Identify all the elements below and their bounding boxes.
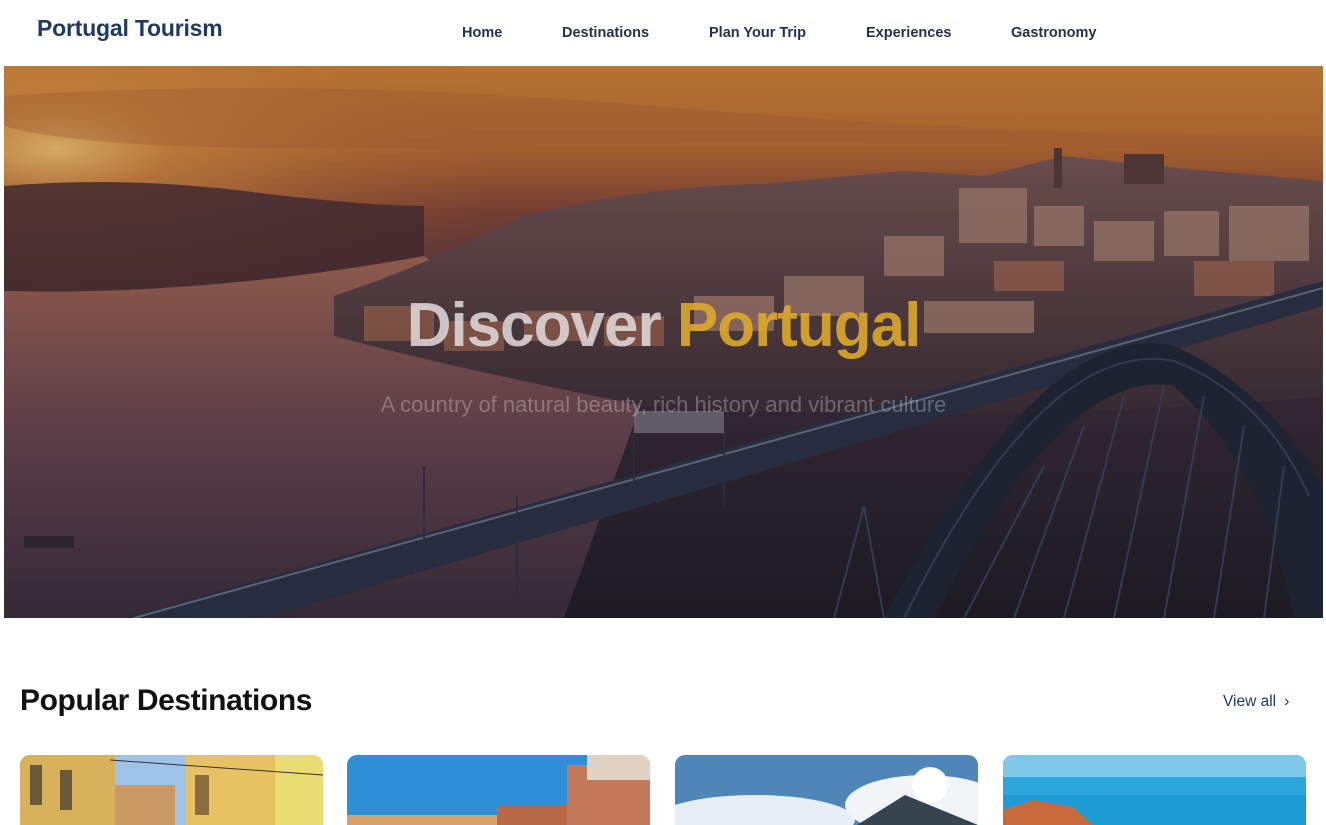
destination-image-4 [1003,755,1306,825]
nav-home[interactable]: Home [462,25,502,41]
hero-banner: Discover Portugal A country of natural b… [4,66,1323,618]
view-all-link[interactable]: View all › [1223,693,1289,711]
nav-experiences[interactable]: Experiences [866,25,951,41]
chevron-right-icon: › [1284,693,1290,710]
site-header: Portugal Tourism Home Destinations Plan … [0,0,1326,66]
destination-image-2 [347,755,650,825]
section-title-popular-destinations: Popular Destinations [20,684,313,717]
nav-plan-your-trip[interactable]: Plan Your Trip [709,25,806,41]
hero-title-word1: Discover [406,291,662,360]
nav-gastronomy[interactable]: Gastronomy [1011,25,1096,41]
destination-image-1 [20,755,323,825]
destination-image-3 [675,755,978,825]
destination-card-1[interactable] [20,755,323,825]
hero-subtitle: A country of natural beauty, rich histor… [380,392,947,417]
hero-title-word2: Portugal [676,291,921,360]
main-nav: Home Destinations Plan Your Trip Experie… [0,25,1326,45]
view-all-label: View all [1223,693,1277,710]
destination-card-3[interactable] [675,755,978,825]
nav-destinations[interactable]: Destinations [562,25,649,41]
hero-title: Discover Portugal [4,290,1323,361]
destination-card-4[interactable] [1003,755,1306,825]
destination-card-2[interactable] [347,755,650,825]
